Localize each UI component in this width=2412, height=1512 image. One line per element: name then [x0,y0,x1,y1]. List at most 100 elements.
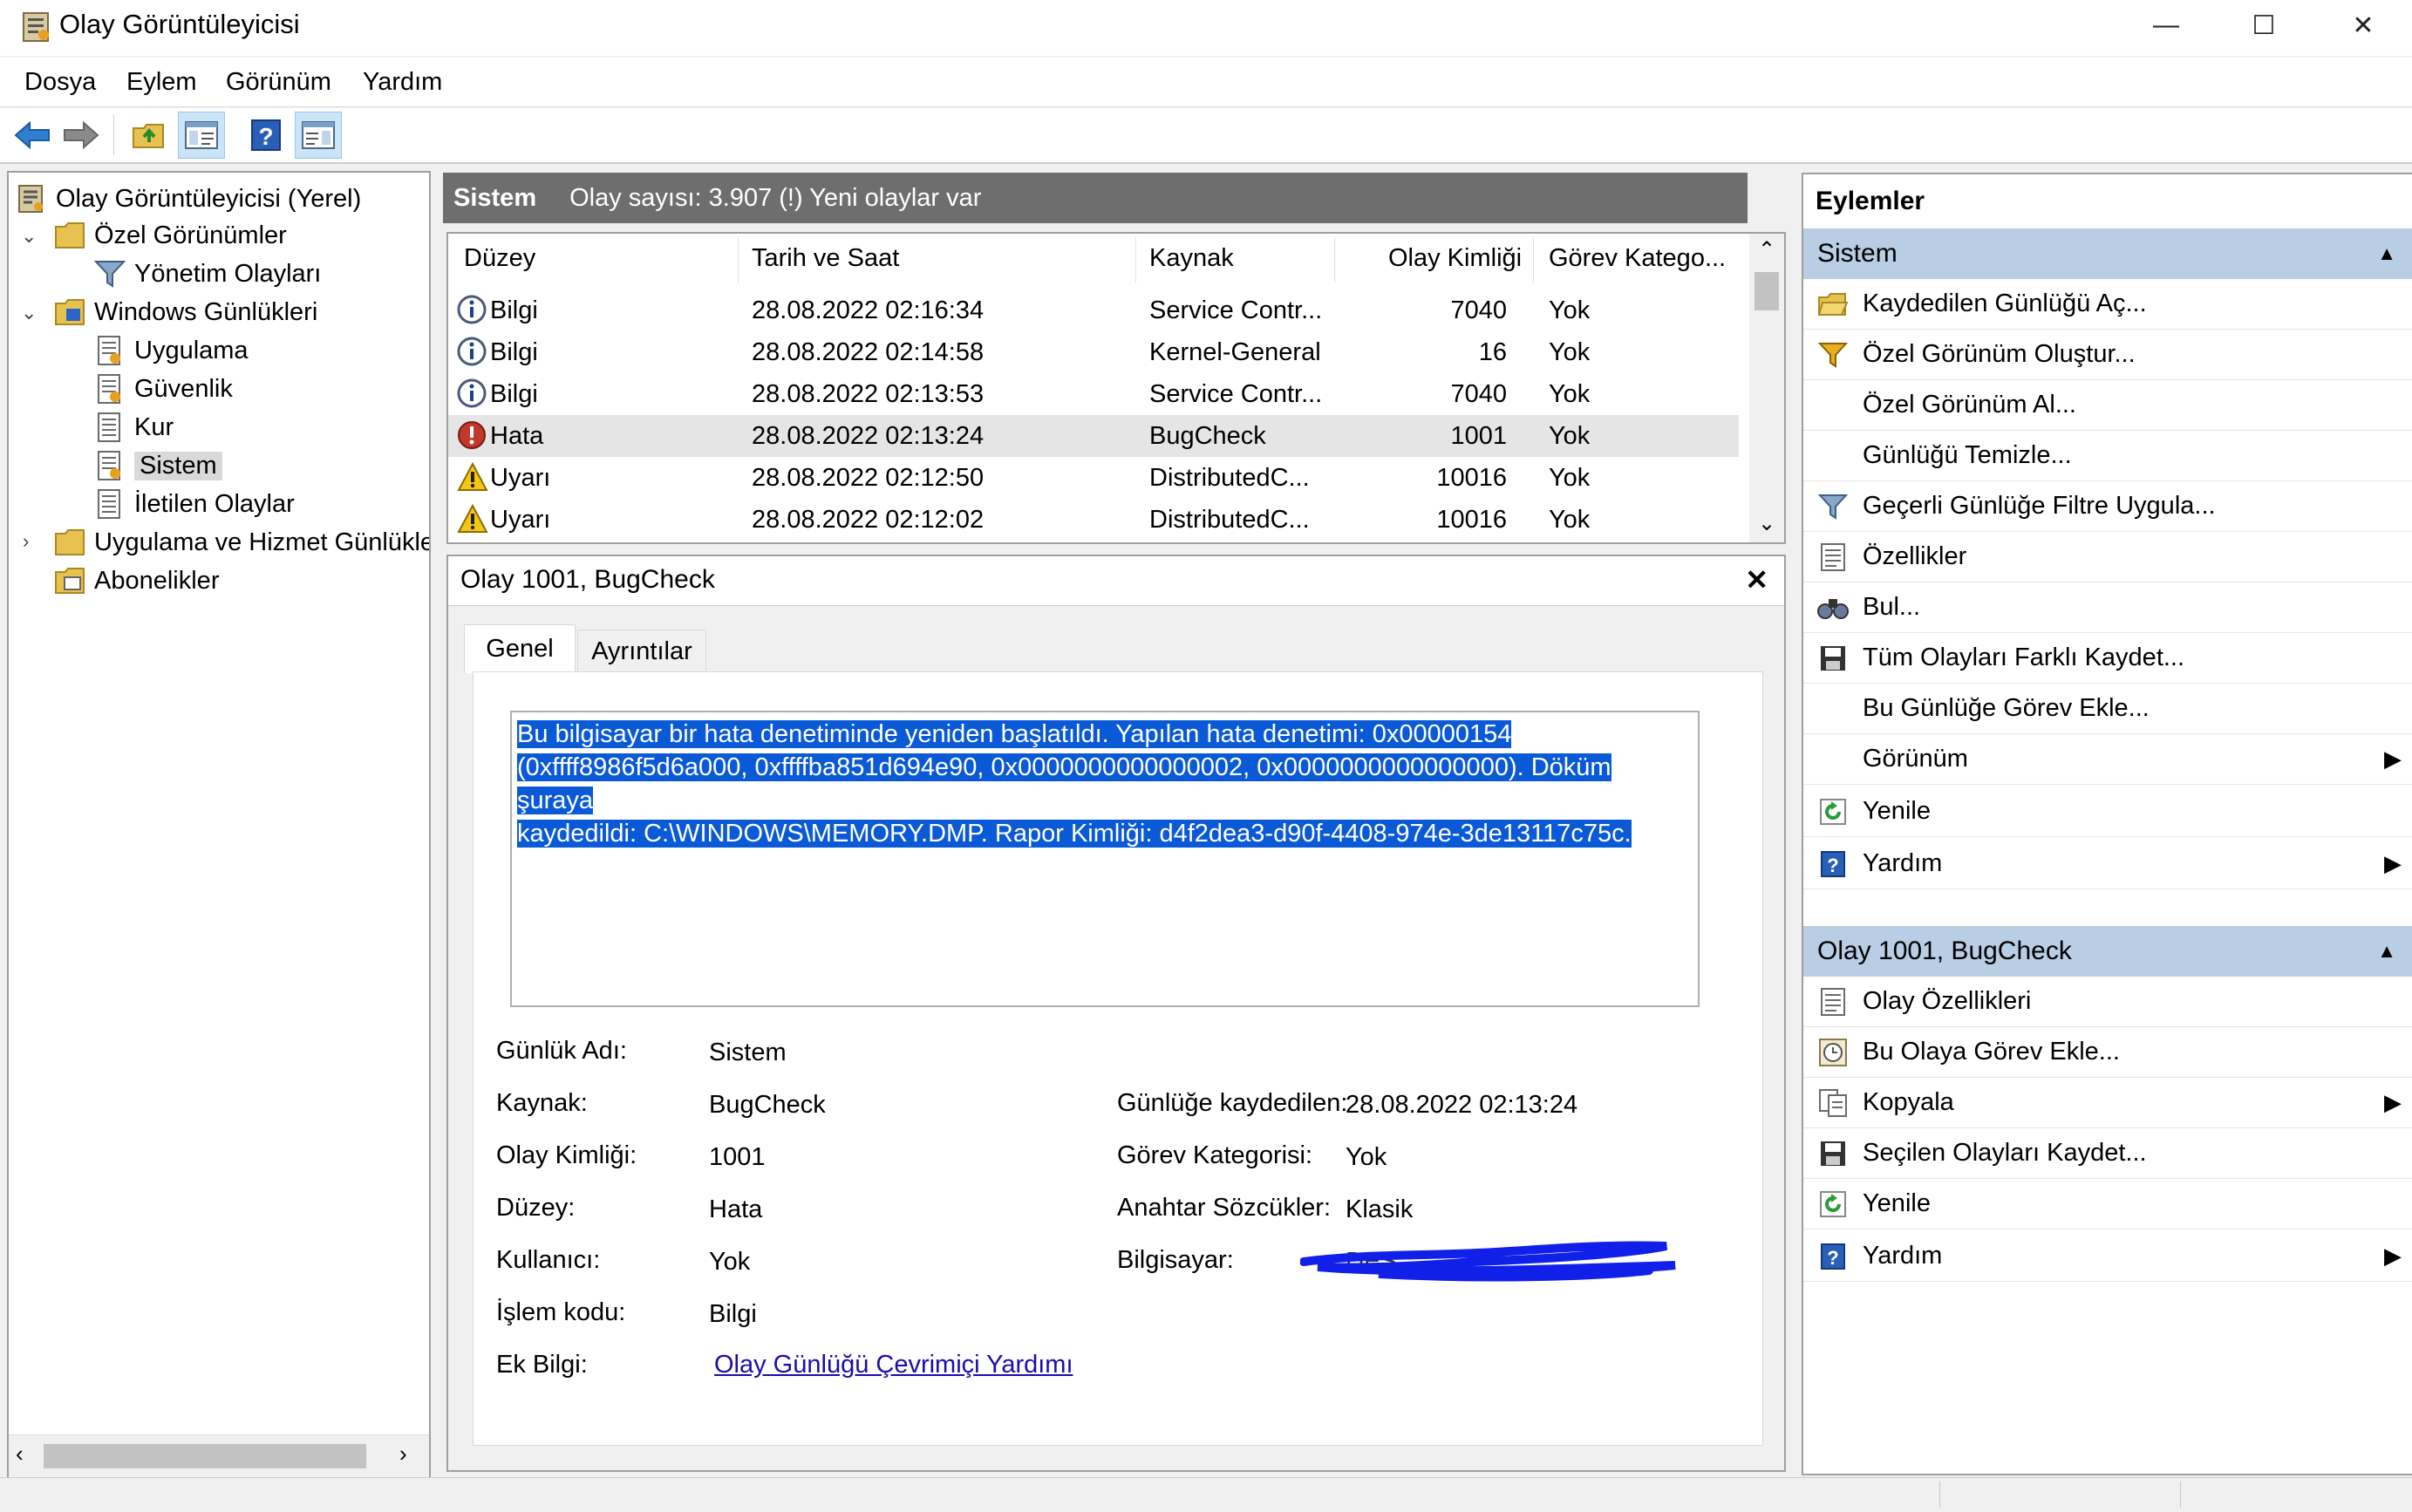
task-clock-icon [1816,1035,1850,1070]
tree-item-admin-events[interactable]: Yönetim Olayları [94,255,321,293]
event-count: Olay sayısı: 3.907 (!) Yeni olaylar var [569,183,982,212]
action-refresh[interactable]: Yenile [1803,1179,2412,1229]
column-source[interactable]: Kaynak [1149,244,1234,273]
scroll-left-icon[interactable]: ‹ [16,1440,24,1468]
general-tab-panel: Bu bilgisayar bir hata denetiminde yenid… [473,671,1763,1446]
action-find[interactable]: Bul... [1803,582,2412,633]
tree-item-root[interactable]: Olay Görüntüleyicisi (Yerel) [16,180,361,218]
tree-item-setup[interactable]: Kur [94,408,174,446]
folder-up-icon [133,124,164,148]
tree-item-app-services[interactable]: Uygulama ve Hizmet Günlükle [54,523,429,562]
collapse-up-icon[interactable]: ▲ [2377,940,2396,963]
event-list: Düzey Tarih ve Saat Kaynak Olay Kimliği … [446,232,1786,544]
tab-genel[interactable]: Genel [464,624,576,673]
event-task-category: Yok [1549,380,1591,408]
close-icon[interactable]: ✕ [1745,563,1768,596]
section-header-sistem[interactable]: Sistem ▲ [1803,228,2412,279]
action-attach-task-to-log[interactable]: Bu Günlüğe Görev Ekle... [1803,684,2412,734]
close-button[interactable]: ✕ [2314,0,2412,51]
action-help[interactable]: ? Yardım ▶ [1803,1231,2412,1282]
action-clear-log[interactable]: Günlüğü Temizle... [1803,431,2412,481]
event-row[interactable]: Hata 28.08.2022 02:13:24 BugCheck 1001 Yok [448,415,1739,457]
tree-item-forwarded[interactable]: İletilen Olaylar [94,485,295,523]
event-level: Bilgi [490,296,538,324]
action-import-custom-view[interactable]: Özel Görünüm Al... [1803,380,2412,431]
menu-gorunum[interactable]: Görünüm [226,68,331,97]
tree-label-forwarded: İletilen Olaylar [134,489,295,518]
scroll-right-icon[interactable]: › [399,1440,407,1468]
tree-label-custom-views: Özel Görünümler [94,221,287,249]
tree-item-windows-logs[interactable]: Windows Günlükleri [54,293,317,331]
back-arrow-icon [14,120,50,150]
scrollbar-thumb[interactable] [44,1444,366,1468]
menu-eylem[interactable]: Eylem [126,68,197,97]
forward-button[interactable] [58,112,105,159]
description-line: kaydedildi: C:\WINDOWS\MEMORY.DMP. Rapor… [517,820,1632,848]
event-row[interactable]: Bilgi 28.08.2022 02:13:53 Service Contr...… [448,373,1739,415]
action-copy[interactable]: Kopyala ▶ [1803,1078,2412,1128]
column-divider[interactable] [1135,237,1136,283]
section-header-event[interactable]: Olay 1001, BugCheck ▲ [1803,926,2412,977]
tree-item-application[interactable]: Uygulama [94,331,249,370]
submenu-arrow-icon: ▶ [2384,746,2402,772]
action-create-custom-view[interactable]: Özel Görünüm Oluştur... [1803,330,2412,380]
tree-item-system[interactable]: Sistem [94,446,222,485]
action-save-all-events[interactable]: Tüm Olayları Farklı Kaydet... [1803,633,2412,684]
tab-ayrintilar[interactable]: Ayrıntılar [577,630,706,673]
column-divider[interactable] [738,237,739,283]
scroll-down-icon[interactable]: ⌄ [1758,511,1775,536]
back-button[interactable] [9,112,56,159]
action-properties[interactable]: Özellikler [1803,532,2412,582]
event-source: DistributedC... [1149,464,1310,492]
horizontal-scrollbar[interactable]: ‹ › [9,1434,429,1477]
chevron-down-icon[interactable]: ⌄ [21,225,37,248]
help-button[interactable]: ? [242,112,290,159]
show-hide-tree-button[interactable] [178,112,225,159]
tree-item-custom-views[interactable]: Özel Görünümler [54,216,287,255]
action-label: Kopyala [1863,1088,1954,1116]
action-filter-current-log[interactable]: Geçerli Günlüğe Filtre Uygula... [1803,481,2412,532]
event-row[interactable]: Bilgi 28.08.2022 02:14:58 Kernel-General 16… [448,331,1739,373]
show-hide-action-pane-button[interactable] [295,112,342,159]
action-label: Özel Görünüm Al... [1863,391,2076,419]
column-date[interactable]: Tarih ve Saat [752,244,899,273]
action-refresh[interactable]: Yenile [1803,787,2412,837]
value-source: BugCheck [709,1091,826,1119]
action-label: Bu Olaya Görev Ekle... [1863,1038,2120,1066]
column-task-category[interactable]: Görev Katego... [1549,244,1726,273]
tree-item-security[interactable]: Güvenlik [94,370,233,408]
vertical-scrollbar[interactable]: ⌃ ⌄ [1749,234,1784,542]
action-help[interactable]: ? Yardım ▶ [1803,839,2412,889]
action-save-selected-events[interactable]: Seçilen Olayları Kaydet... [1803,1128,2412,1179]
column-divider[interactable] [1533,237,1534,283]
tree-label-admin-events: Yönetim Olayları [134,259,322,288]
chevron-right-icon[interactable]: › [23,530,29,553]
event-row[interactable]: Bilgi 28.08.2022 02:16:34 Service Contr...… [448,289,1739,331]
action-open-saved-log[interactable]: Kaydedilen Günlüğü Aç... [1803,279,2412,330]
svg-text:?: ? [1827,855,1838,876]
menu-yardim[interactable]: Yardım [363,68,442,97]
maximize-button[interactable]: ☐ [2215,0,2313,51]
tree-item-subscriptions[interactable]: Abonelikler [54,562,219,600]
minimize-button[interactable]: — [2117,0,2215,51]
online-help-link[interactable]: Olay Günlüğü Çevrimiçi Yardımı [714,1351,1073,1379]
chevron-down-icon[interactable]: ⌄ [21,302,37,324]
event-description[interactable]: Bu bilgisayar bir hata denetiminde yenid… [510,711,1700,1007]
column-divider[interactable] [1334,237,1335,283]
action-attach-task-to-event[interactable]: Bu Olaya Görev Ekle... [1803,1027,2412,1078]
scroll-up-icon[interactable]: ⌃ [1758,237,1775,262]
column-event-id[interactable]: Olay Kimliği [1388,244,1522,273]
action-event-properties[interactable]: Olay Özellikleri [1803,977,2412,1027]
label-opcode: İşlem kodu: [496,1298,626,1326]
column-level[interactable]: Düzey [464,244,535,273]
window-title: Olay Görüntüleyicisi [59,9,300,39]
value-user: Yok [709,1248,751,1276]
open-folder-button[interactable] [126,112,173,159]
event-date: 28.08.2022 02:13:24 [752,422,985,450]
refresh-icon [1816,794,1850,829]
scrollbar-thumb[interactable] [1754,272,1779,310]
event-row[interactable]: Uyarı 28.08.2022 02:12:50 DistributedC... 1… [448,457,1739,499]
collapse-up-icon[interactable]: ▲ [2377,242,2396,265]
menu-dosya[interactable]: Dosya [24,68,96,97]
action-view[interactable]: Görünüm ▶ [1803,734,2412,785]
